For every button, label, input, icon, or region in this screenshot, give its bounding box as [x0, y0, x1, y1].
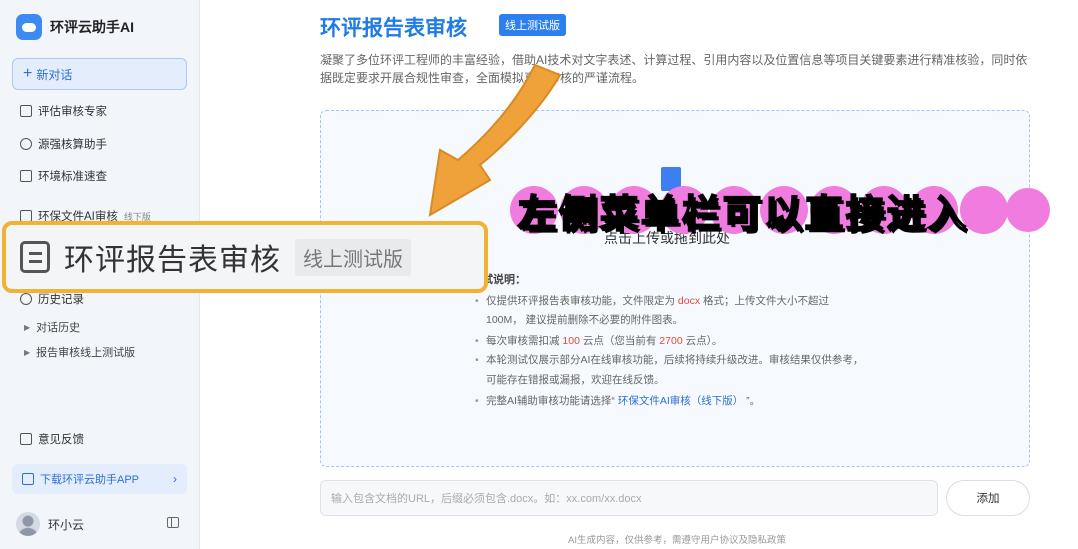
sidebar-item-label: 源强核算助手	[38, 139, 107, 151]
app-name: 环评云助手AI	[50, 19, 134, 35]
history-item-report-review[interactable]: ▶ 报告审核线上测试版	[24, 344, 135, 360]
note-item: 可能存在错报或漏报，欢迎在线反馈。	[486, 374, 665, 386]
feedback-label: 意见反馈	[38, 434, 84, 446]
cloud-logo-icon	[16, 14, 42, 40]
download-label: 下载环评云助手APP	[40, 474, 140, 486]
note-item: 100M， 建议提前删除不必要的附件图表。	[486, 314, 684, 326]
standards-icon	[20, 170, 32, 182]
user-profile[interactable]: 环小云	[16, 512, 84, 536]
page-title: 环评报告表审核	[320, 17, 467, 40]
history-item-label: 报告审核线上测试版	[36, 347, 136, 359]
note-item: • 完整AI辅助审核功能请选择“ 环保文件AI审核（线下版） ”。	[475, 395, 761, 407]
sidebar-item-label: 环境标准速查	[38, 171, 107, 183]
sidebar-item-label: 历史记录	[38, 294, 84, 306]
note-item: • 本轮测试仅展示部分AI在线审核功能，后续将持续升级改进。审核结果仅供参考，	[475, 354, 864, 366]
new-chat-button[interactable]: + 新对话	[12, 58, 187, 90]
plus-icon: +	[23, 65, 33, 82]
notes-title: 试说明：	[482, 274, 526, 286]
offline-review-link[interactable]: 环保文件AI审核（线下版）	[618, 395, 743, 407]
gear-icon	[20, 138, 32, 150]
callout-text: 左侧菜单栏可以直接进入	[517, 193, 970, 237]
download-app-button[interactable]: 下载环评云助手APP ›	[12, 464, 187, 494]
footer-disclaimer: AI生成内容，仅供参考，需遵守用户协议及隐私政策	[568, 535, 786, 546]
feedback-icon	[20, 433, 32, 445]
callout-banner: 左侧菜单栏可以直接进入	[506, 182, 1050, 238]
sidebar-item-label: 评估审核专家	[38, 106, 107, 118]
highlighted-tag: 线上测试版	[295, 238, 411, 276]
document-icon	[20, 241, 50, 273]
feedback-button[interactable]: 意见反馈	[20, 431, 84, 447]
highlighted-menu-item[interactable]: 环评报告表审核 线上测试版	[2, 221, 488, 293]
caret-right-icon: ▶	[24, 322, 31, 332]
new-chat-label: 新对话	[36, 67, 73, 82]
note-item: • 每次审核需扣减 100 云点（您当前有 2700 云点）。	[475, 335, 723, 347]
chevron-right-icon: ›	[173, 472, 177, 486]
sidebar-item-history[interactable]: 历史记录	[20, 291, 84, 307]
avatar	[16, 512, 40, 536]
note-item: • 仅提供环评报告表审核功能，文件限定为 docx 格式；上传文件大小不超过	[475, 295, 830, 307]
collapse-sidebar-icon[interactable]	[167, 517, 179, 528]
sidebar-item-source-strength[interactable]: 源强核算助手	[20, 136, 107, 152]
caret-right-icon: ▶	[24, 347, 31, 357]
brand[interactable]: 环评云助手AI	[16, 14, 134, 40]
highlighted-title: 环评报告表审核	[64, 244, 281, 277]
user-name: 环小云	[48, 517, 85, 532]
history-item-label: 对话历史	[36, 322, 81, 334]
add-button[interactable]: 添加	[946, 480, 1030, 516]
sidebar-item-expert[interactable]: 评估审核专家	[20, 103, 107, 119]
checklist-icon	[20, 105, 32, 117]
history-item-chat[interactable]: ▶ 对话历史	[24, 319, 80, 335]
phone-icon	[22, 473, 34, 485]
url-input[interactable]: 输入包含文档的URL，后缀必须包含.docx。如：xx.com/xx.docx	[320, 480, 938, 516]
version-badge: 线上测试版	[499, 14, 566, 36]
sidebar-item-standards[interactable]: 环境标准速查	[20, 168, 107, 184]
clock-icon	[20, 293, 32, 305]
